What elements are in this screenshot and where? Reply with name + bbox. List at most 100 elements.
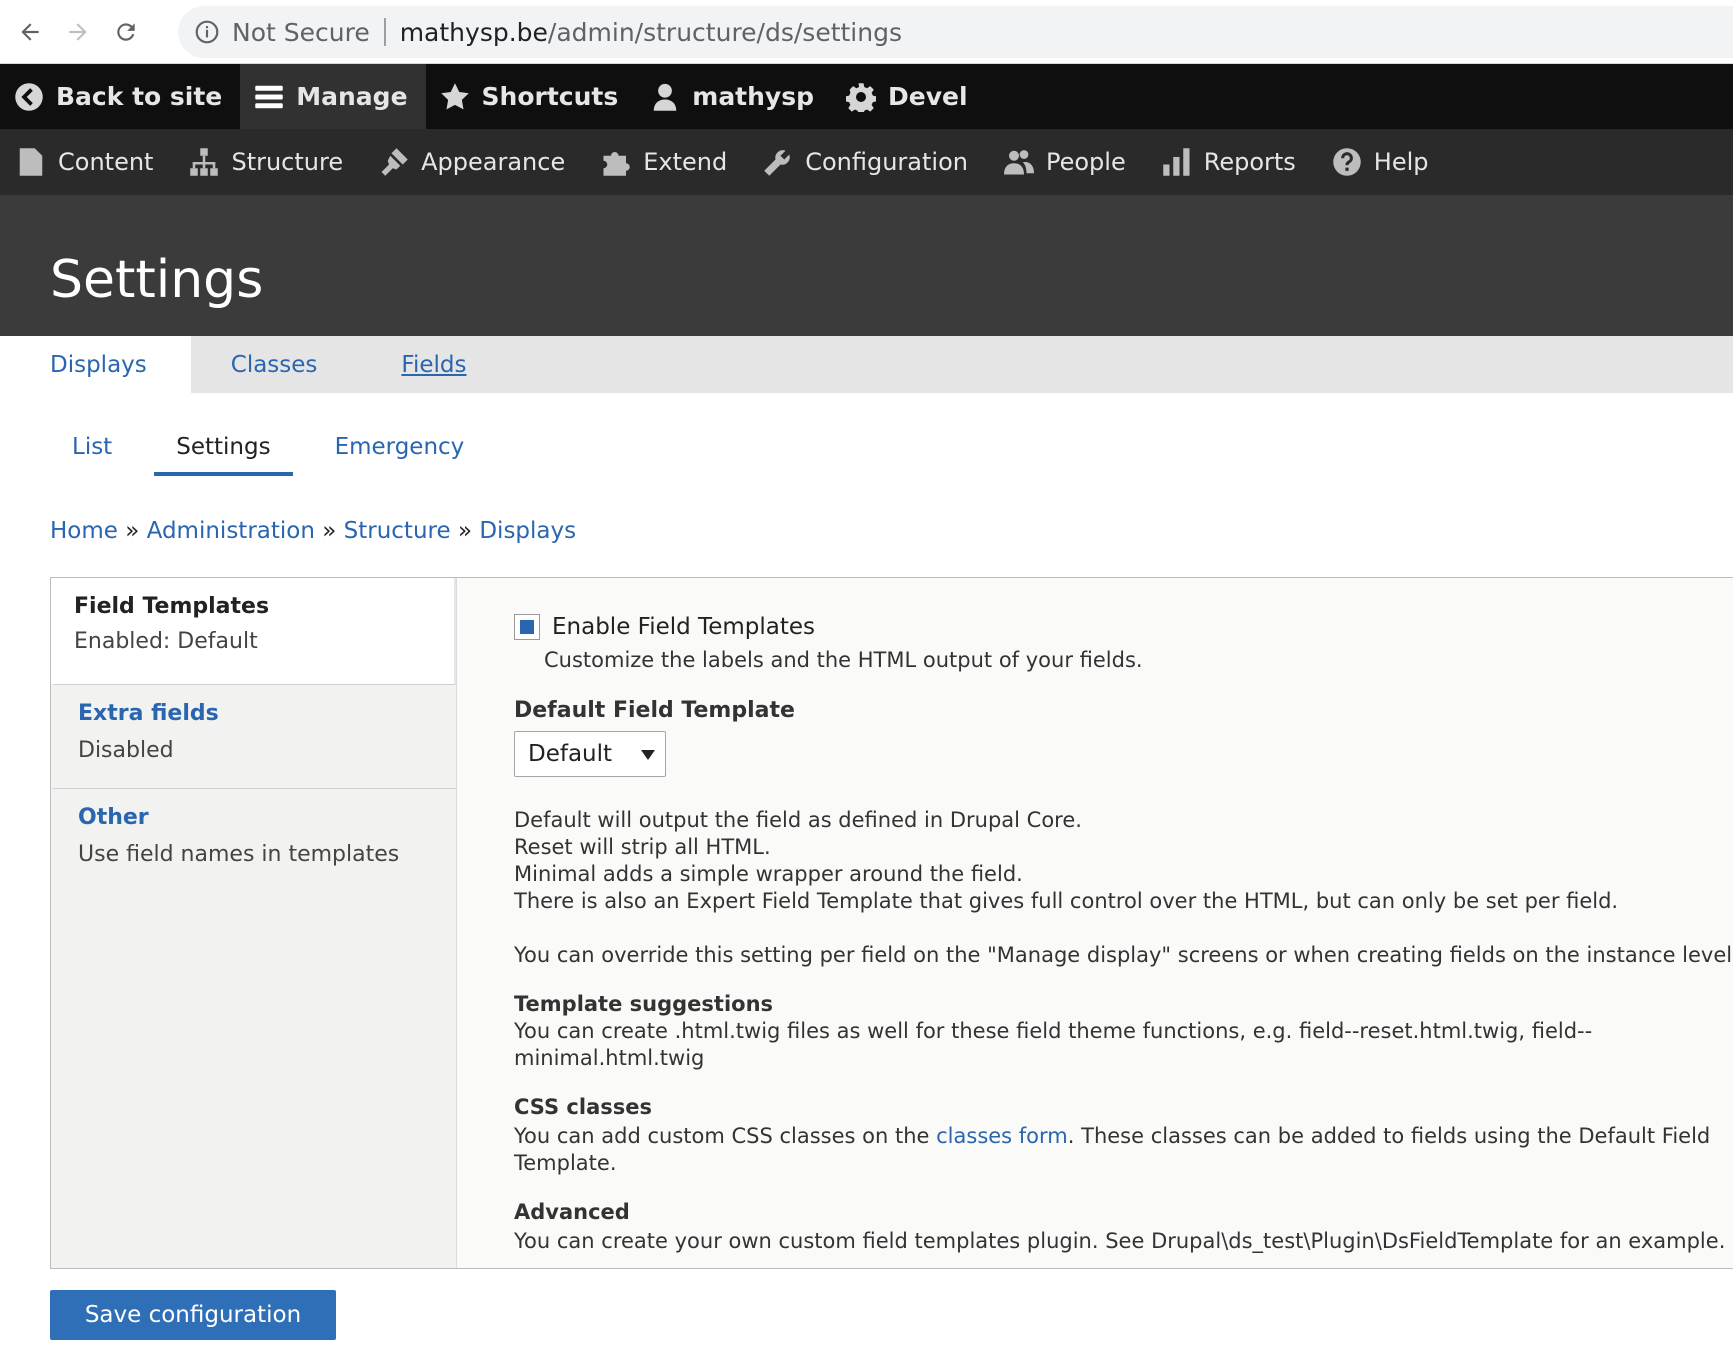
toolbar-item-label: Shortcuts (481, 82, 619, 111)
page-title: Settings (50, 250, 264, 310)
tab-displays[interactable]: Displays (0, 336, 191, 393)
info-icon[interactable] (194, 19, 220, 45)
tray-item-help[interactable]: Help (1318, 129, 1451, 195)
help-icon (1333, 148, 1361, 176)
reload-icon[interactable] (108, 14, 144, 50)
caret-down-icon (641, 750, 655, 760)
tab-list[interactable]: List (50, 420, 134, 476)
bar-chart-icon (1162, 148, 1190, 176)
vtab-title: Field Templates (74, 594, 270, 619)
puzzle-icon (603, 152, 630, 176)
back-arrow-icon (15, 82, 43, 111)
classes-form-link[interactable]: classes form (936, 1124, 1068, 1148)
vertical-tabs-menu: Field Templates Enabled: Default Extra f… (51, 578, 457, 1268)
gear-icon (846, 82, 877, 112)
default-field-template-description: Default will output the field as defined… (514, 807, 1733, 1255)
default-field-template-select[interactable]: Default (514, 731, 666, 777)
tray-item-label: Extend (643, 148, 728, 176)
toolbar-item-label: Devel (888, 82, 968, 111)
back-arrow-icon[interactable] (12, 14, 48, 50)
toolbar-user[interactable]: mathysp (636, 64, 832, 129)
admin-menu-tray: Content Structure Appearance Extend Conf… (0, 129, 1733, 195)
advanced-text: You can create your own custom field tem… (514, 1229, 1726, 1253)
tray-item-label: Configuration (805, 148, 968, 176)
breadcrumb-administration[interactable]: Administration (147, 518, 315, 544)
save-configuration-button[interactable]: Save configuration (50, 1290, 336, 1340)
template-suggestions-heading: Template suggestions (514, 992, 774, 1016)
breadcrumb: Home » Administration » Structure » Disp… (50, 518, 576, 544)
admin-toolbar: Back to site Manage Shortcuts mathysp De… (0, 64, 1733, 129)
enable-field-templates-label[interactable]: Enable Field Templates (552, 614, 815, 640)
wrench-icon (764, 150, 790, 176)
forward-arrow-icon[interactable] (60, 14, 96, 50)
vtab-summary: Disabled (78, 738, 174, 763)
vertical-tabs: Field Templates Enabled: Default Extra f… (50, 577, 1733, 1269)
browser-bar: Not Secure mathysp.be/admin/structure/ds… (0, 0, 1733, 64)
description-line: Reset will strip all HTML. (514, 835, 771, 859)
breadcrumb-separator: » (125, 518, 140, 544)
select-value: Default (528, 741, 613, 767)
tray-item-extend[interactable]: Extend (587, 129, 749, 195)
description-line: There is also an Expert Field Template t… (514, 889, 1619, 913)
tab-emergency[interactable]: Emergency (313, 420, 487, 476)
breadcrumb-separator: » (457, 518, 473, 544)
vtab-title: Other (78, 805, 149, 830)
description-line: Minimal adds a simple wrapper around the… (514, 862, 1023, 886)
user-icon (654, 83, 677, 111)
primary-tabs: Displays Classes Fields (0, 336, 1733, 393)
template-suggestions-text: You can create .html.twig files as well … (514, 1019, 1593, 1070)
vtab-other[interactable]: Other Use field names in templates (51, 789, 456, 893)
breadcrumb-structure[interactable]: Structure (344, 518, 451, 544)
hamburger-icon (255, 85, 284, 108)
people-icon (1003, 150, 1034, 175)
breadcrumb-home[interactable]: Home (50, 518, 118, 544)
address-bar[interactable]: Not Secure mathysp.be/admin/structure/ds… (178, 6, 1733, 58)
css-classes-text: You can add custom CSS classes on the cl… (514, 1123, 1733, 1177)
tray-item-label: Structure (231, 148, 344, 176)
tray-item-people[interactable]: People (990, 129, 1148, 195)
tray-item-content[interactable]: Content (2, 129, 175, 195)
brush-icon (381, 148, 408, 176)
default-field-template-label: Default Field Template (514, 698, 795, 723)
star-icon (440, 82, 469, 109)
tray-item-label: Content (58, 148, 154, 176)
secondary-tabs: List Settings Emergency (50, 420, 506, 476)
css-text-before: You can add custom CSS classes on the (514, 1124, 937, 1148)
vtab-field-templates[interactable]: Field Templates Enabled: Default (51, 578, 456, 685)
toolbar-item-label: Back to site (56, 82, 223, 111)
tray-item-label: Reports (1203, 148, 1296, 176)
enable-field-templates-checkbox[interactable] (514, 614, 540, 640)
tray-item-appearance[interactable]: Appearance (365, 129, 587, 195)
tray-item-label: Appearance (421, 148, 566, 176)
vtab-extra-fields[interactable]: Extra fields Disabled (51, 685, 456, 789)
tab-settings[interactable]: Settings (154, 420, 293, 476)
toolbar-manage[interactable]: Manage (240, 64, 426, 129)
toolbar-back-to-site[interactable]: Back to site (0, 64, 240, 129)
field-templates-pane: Enable Field Templates Customize the lab… (514, 614, 1733, 1255)
tray-item-label: People (1045, 148, 1126, 176)
advanced-heading: Advanced (514, 1200, 630, 1224)
file-icon (19, 148, 43, 176)
page-header: Settings (0, 195, 1733, 336)
vtab-summary: Enabled: Default (74, 629, 258, 654)
toolbar-item-label: mathysp (692, 82, 815, 111)
toolbar-devel[interactable]: Devel (832, 64, 986, 129)
tray-item-configuration[interactable]: Configuration (749, 129, 990, 195)
override-text: You can override this setting per field … (514, 943, 1733, 967)
url-path: /admin/structure/ds/settings (547, 17, 902, 47)
tray-item-label: Help (1373, 148, 1429, 176)
breadcrumb-separator: » (322, 518, 337, 544)
enable-field-templates-row: Enable Field Templates (514, 614, 1733, 640)
css-classes-heading: CSS classes (514, 1095, 652, 1119)
tab-classes[interactable]: Classes (191, 336, 362, 393)
vtab-title: Extra fields (78, 701, 219, 726)
tray-item-structure[interactable]: Structure (175, 129, 365, 195)
url-separator (383, 18, 386, 46)
toolbar-item-label: Manage (296, 82, 408, 111)
tray-item-reports[interactable]: Reports (1148, 129, 1318, 195)
toolbar-shortcuts[interactable]: Shortcuts (426, 64, 637, 129)
vtab-summary: Use field names in templates (78, 842, 400, 867)
tab-fields[interactable]: Fields (361, 336, 510, 393)
description-line: Default will output the field as defined… (514, 808, 1082, 832)
breadcrumb-displays[interactable]: Displays (479, 518, 576, 544)
